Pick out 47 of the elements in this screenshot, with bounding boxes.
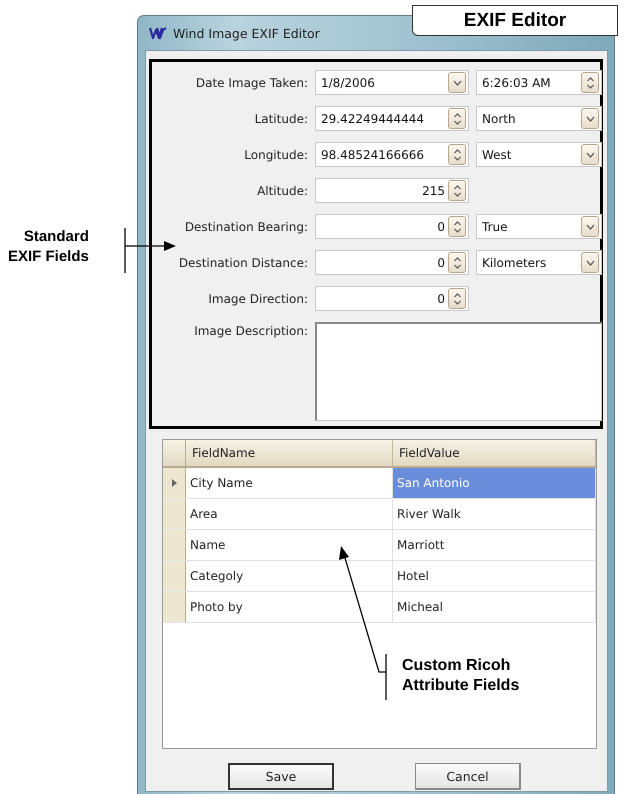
cancel-button[interactable]: Cancel bbox=[415, 763, 521, 790]
field-label: Image Direction: bbox=[207, 292, 308, 306]
table-cell: Area bbox=[186, 499, 393, 529]
dropdown[interactable]: Kilometers bbox=[476, 250, 602, 275]
dropdown[interactable]: True bbox=[476, 214, 602, 239]
date-picker[interactable]: 1/8/2006 bbox=[315, 70, 469, 95]
dropdown[interactable]: West bbox=[476, 142, 602, 167]
annotation-text: Custom Ricoh Attribute Fields bbox=[402, 656, 520, 696]
dropdown[interactable]: North bbox=[476, 106, 602, 131]
field-label: Altitude: bbox=[256, 184, 308, 198]
number-spinner[interactable]: 0 bbox=[315, 250, 469, 275]
row-header[interactable] bbox=[163, 468, 186, 498]
spinner-arrows-icon[interactable] bbox=[581, 72, 599, 93]
spinner-arrows-icon[interactable] bbox=[448, 288, 466, 309]
spinner-arrows-icon[interactable] bbox=[448, 216, 466, 237]
callout-label: EXIF Editor bbox=[412, 5, 618, 36]
column-header[interactable]: FieldValue bbox=[393, 440, 596, 466]
table-cell: River Walk bbox=[393, 499, 596, 529]
number-spinner[interactable]: 98.48524166666 bbox=[315, 142, 469, 167]
save-button[interactable]: Save bbox=[228, 763, 334, 790]
description-text-area[interactable] bbox=[315, 322, 602, 421]
number-spinner[interactable]: 215 bbox=[315, 178, 469, 203]
spinner-arrows-icon[interactable] bbox=[448, 108, 466, 129]
table-cell: Categoly bbox=[186, 561, 393, 591]
table-cell: San Antonio bbox=[393, 468, 596, 498]
number-spinner[interactable]: 29.42249444444 bbox=[315, 106, 469, 131]
field-label: Longitude: bbox=[243, 148, 308, 162]
table-cell: Hotel bbox=[393, 561, 596, 591]
field-label: Image Description: bbox=[193, 323, 308, 338]
spinner-arrows-icon[interactable] bbox=[448, 252, 466, 273]
spinner-arrows-icon[interactable] bbox=[448, 180, 466, 201]
field-label: Destination Distance: bbox=[178, 256, 308, 270]
annotation-text: Standard EXIF Fields bbox=[8, 227, 89, 267]
field-label: Date Image Taken: bbox=[194, 76, 308, 90]
table-cell: Marriott bbox=[393, 530, 596, 560]
field-label: Destination Bearing: bbox=[184, 220, 308, 234]
spinner-arrows-icon[interactable] bbox=[448, 144, 466, 165]
column-header[interactable]: FieldName bbox=[186, 440, 393, 466]
app-logo-icon bbox=[149, 25, 167, 41]
number-spinner[interactable]: 0 bbox=[315, 214, 469, 239]
table-cell: Photo by bbox=[186, 592, 393, 622]
number-spinner[interactable]: 0 bbox=[315, 286, 469, 311]
current-row-icon bbox=[172, 479, 176, 487]
window-title: Wind Image EXIF Editor bbox=[173, 26, 320, 40]
table-cell: Micheal bbox=[393, 592, 596, 622]
time-spinner[interactable]: 6:26:03 AM bbox=[476, 70, 602, 95]
field-label: Latitude: bbox=[254, 112, 308, 126]
